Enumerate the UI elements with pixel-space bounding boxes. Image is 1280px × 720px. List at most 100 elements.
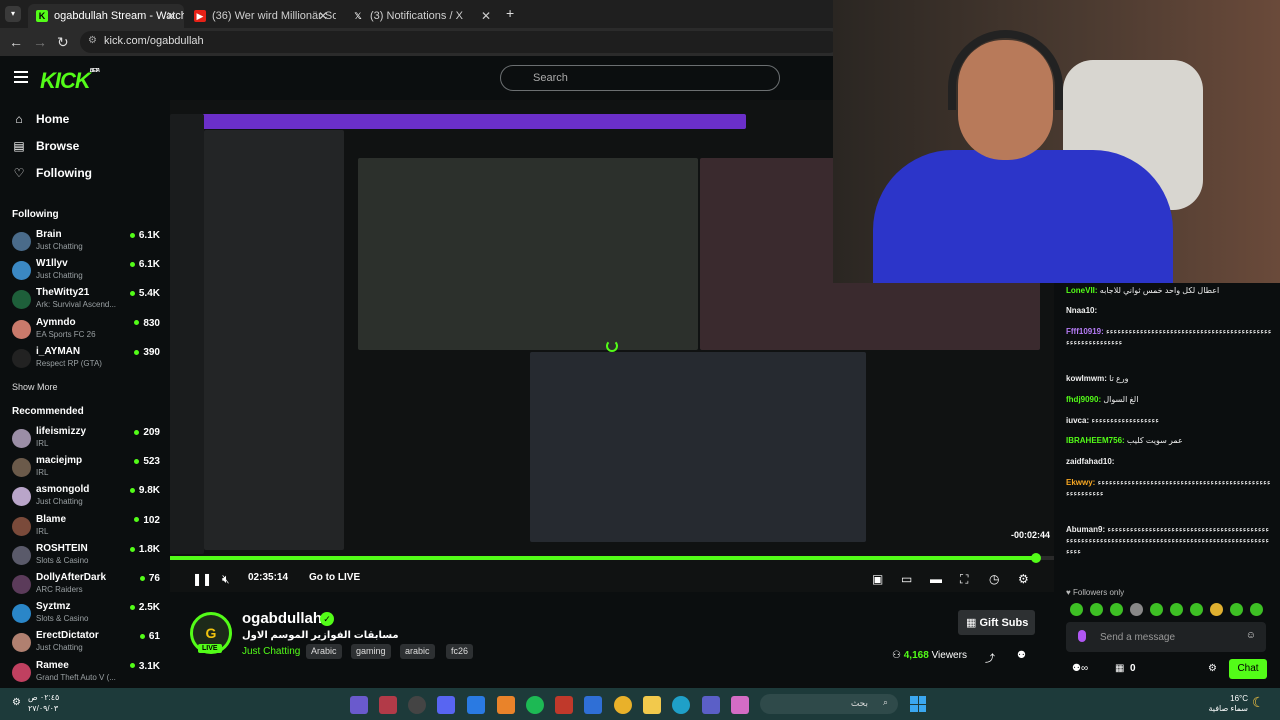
follow-user-icon[interactable]: ⚉ — [1017, 650, 1026, 661]
close-icon[interactable]: ✕ — [166, 9, 176, 23]
url-field[interactable]: ⚙ kick.com/ogabdullah — [80, 31, 840, 53]
app-icon[interactable] — [555, 696, 573, 714]
seek-bar[interactable] — [170, 553, 1054, 563]
channel-item[interactable]: maciejmp IRL 523 — [12, 455, 160, 484]
spotify-icon[interactable] — [526, 696, 544, 714]
channel-item[interactable]: asmongold Just Chatting 9.8K — [12, 484, 160, 513]
pause-icon[interactable]: ❚❚ — [192, 572, 212, 586]
settings-gear-icon[interactable]: ⚙ — [1018, 572, 1029, 586]
fullscreen-icon[interactable]: ⛶ — [960, 572, 968, 587]
emote-icon[interactable] — [1150, 603, 1163, 616]
kick-points-icon[interactable]: ⚉∞ — [1072, 663, 1088, 674]
channel-item[interactable]: Ramee Grand Theft Auto V (... 3.1K — [12, 660, 160, 689]
emote-icon[interactable] — [1090, 603, 1103, 616]
reload-icon[interactable]: ↻ — [57, 34, 69, 51]
chat-username[interactable]: Ekwwy: — [1066, 478, 1095, 487]
emoji-picker-icon[interactable]: ☺ — [1246, 630, 1256, 641]
chat-username[interactable]: Nnaa10: — [1066, 306, 1097, 315]
start-windows-icon[interactable] — [910, 696, 926, 712]
gift-icon[interactable]: ▦ — [1115, 663, 1124, 674]
emote-icon[interactable] — [1070, 603, 1083, 616]
file-explorer-icon[interactable] — [643, 696, 661, 714]
tag-chip[interactable]: gaming — [351, 644, 391, 659]
share-icon[interactable]: ⤴ — [985, 650, 995, 665]
tab-kick[interactable]: K ogabdullah Stream - Watch Live ✕ — [28, 4, 184, 28]
forward-icon[interactable]: → — [33, 34, 47, 50]
teams-icon[interactable] — [702, 696, 720, 714]
close-icon[interactable]: ✕ — [481, 9, 491, 23]
copilot-icon[interactable] — [731, 696, 749, 714]
playback-speed-icon[interactable]: ◷ — [989, 572, 999, 586]
tag-chip[interactable]: fc26 — [446, 644, 474, 659]
chrome-icon[interactable] — [614, 696, 632, 714]
emote-icon[interactable] — [1250, 603, 1263, 616]
muted-volume-icon[interactable]: 🔇︎ — [222, 572, 230, 587]
chat-message-input[interactable]: Send a message ☺ — [1066, 622, 1266, 652]
channel-item[interactable]: W1llyv Just Chatting 6.1K — [12, 258, 160, 287]
emote-icon[interactable] — [1110, 603, 1123, 616]
channel-item[interactable]: DollyAfterDark ARC Raiders 76 — [12, 572, 160, 601]
mini-player-icon[interactable]: ▣ — [872, 572, 883, 586]
notification-icon[interactable]: ⚙ — [12, 697, 21, 708]
app-icon[interactable] — [379, 696, 397, 714]
app-icon[interactable] — [350, 696, 368, 714]
chat-username[interactable]: Abuman9: — [1066, 525, 1105, 534]
kick-logo[interactable]: KICKBETA — [40, 68, 100, 94]
microphone-icon[interactable] — [1078, 630, 1086, 642]
theater-mode-icon[interactable]: ▬ — [930, 572, 942, 586]
chat-username[interactable]: LoneVII: — [1066, 286, 1098, 295]
channel-item[interactable]: TheWitty21 Ark: Survival Ascend... 5.4K — [12, 287, 160, 316]
channel-item[interactable]: Aymndo EA Sports FC 26 830 — [12, 317, 160, 346]
hamburger-menu-icon[interactable] — [14, 71, 28, 83]
app-icon[interactable] — [408, 696, 426, 714]
weather-widget[interactable]: 16°C سماء صافية — [1208, 694, 1248, 714]
app-icon[interactable] — [497, 696, 515, 714]
chat-username[interactable]: Ffff10919: — [1066, 327, 1104, 336]
close-icon[interactable]: ✕ — [318, 9, 328, 23]
new-tab-icon[interactable]: + — [506, 5, 514, 21]
taskbar-clock[interactable]: ٠٢:٤٥ ص ٢٧/٠٩/٠٣ — [28, 692, 59, 714]
emote-icon[interactable] — [1230, 603, 1243, 616]
chat-send-button[interactable]: Chat — [1229, 659, 1267, 679]
taskbar-search[interactable]: بحث ⌕ — [760, 694, 898, 714]
stream-category-link[interactable]: Just Chatting — [242, 646, 300, 657]
emote-icon[interactable] — [1210, 603, 1223, 616]
chat-settings-icon[interactable]: ⚙ — [1208, 663, 1217, 674]
streamer-name[interactable]: ogabdullah — [242, 610, 322, 627]
chat-username[interactable]: kowlmwm: — [1066, 374, 1107, 383]
tab-list-icon[interactable]: ▾ — [5, 6, 21, 22]
back-icon[interactable]: ← — [9, 34, 23, 50]
tab-youtube[interactable]: ▶ (36) Wer wird Millionär Soundtr ✕ — [186, 4, 336, 28]
app-icon[interactable] — [467, 696, 485, 714]
nav-browse[interactable]: ▤ Browse — [12, 139, 79, 153]
clip-icon[interactable]: ▭ — [901, 572, 912, 586]
channel-item[interactable]: Syztmz Slots & Casino 2.5K — [12, 601, 160, 630]
channel-item[interactable]: Blame IRL 102 — [12, 514, 160, 543]
search-input[interactable]: Search — [500, 65, 780, 91]
nav-following[interactable]: ♡ Following — [12, 166, 92, 180]
discord-icon[interactable] — [437, 696, 455, 714]
store-icon[interactable] — [584, 696, 602, 714]
nav-home[interactable]: ⌂ Home — [12, 112, 69, 126]
chat-username[interactable]: iuvca: — [1066, 416, 1089, 425]
chat-username[interactable]: fhdj9090: — [1066, 395, 1101, 404]
channel-item[interactable]: ROSHTEIN Slots & Casino 1.8K — [12, 543, 160, 572]
tag-chip[interactable]: Arabic — [306, 644, 342, 659]
chat-username[interactable]: zaidfahad10: — [1066, 457, 1114, 466]
tab-x[interactable]: 𝕏 (3) Notifications / X ✕ — [344, 4, 499, 28]
tag-chip[interactable]: arabic — [400, 644, 435, 659]
channel-item[interactable]: ErectDictator Just Chatting 61 — [12, 630, 160, 659]
emote-icon[interactable] — [1190, 603, 1203, 616]
gift-subs-button[interactable]: ▦ Gift Subs — [958, 610, 1035, 635]
channel-item[interactable]: lifeismizzy IRL 209 — [12, 426, 160, 455]
emote-icon[interactable] — [1130, 603, 1143, 616]
go-to-live-button[interactable]: Go to LIVE — [309, 572, 360, 583]
channel-item[interactable]: i_AYMAN Respect RP (GTA) 390 — [12, 346, 160, 375]
channel-name: Brain — [36, 229, 62, 240]
emote-icon[interactable] — [1170, 603, 1183, 616]
chat-username[interactable]: IBRAHEEM756: — [1066, 436, 1125, 445]
show-more-button[interactable]: Show More — [12, 382, 58, 392]
site-info-icon[interactable]: ⚙ — [88, 35, 97, 46]
edge-icon[interactable] — [672, 696, 690, 714]
channel-item[interactable]: Brain Just Chatting 6.1K — [12, 229, 160, 258]
